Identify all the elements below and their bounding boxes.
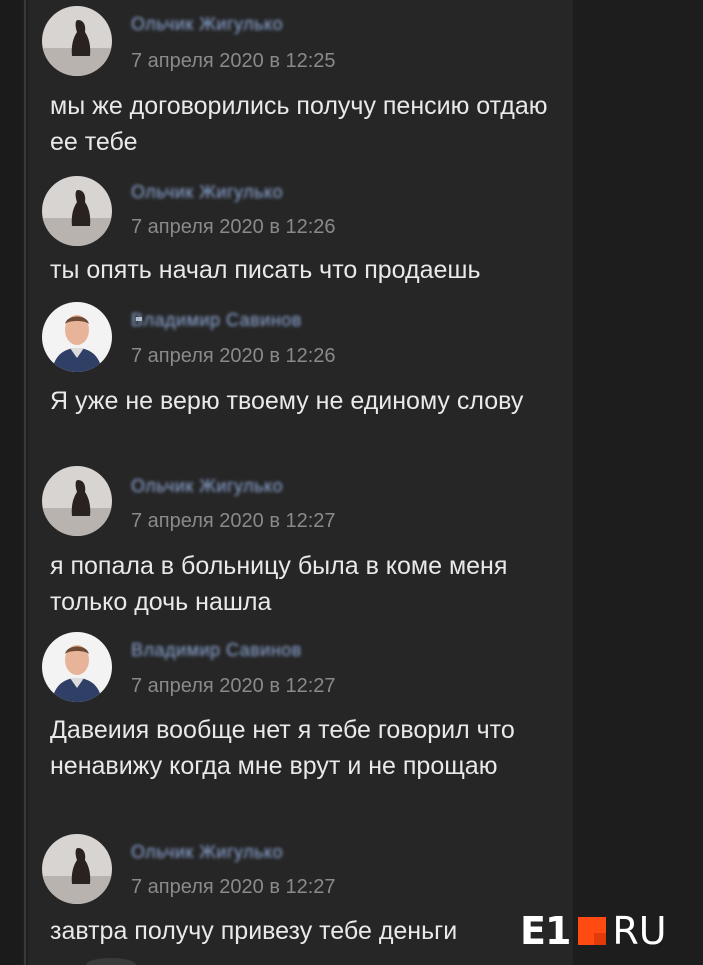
message-author[interactable]: Ольчик Жигулько [131, 14, 283, 35]
message-time[interactable]: 7 апреля 2020 в 12:27 [131, 876, 336, 899]
message-author[interactable]: Владимир Савинов [131, 640, 302, 661]
avatar-man-icon[interactable] [42, 632, 112, 702]
message-author[interactable]: Ольчик Жигулько [131, 476, 283, 497]
message-author[interactable]: Владимир Савинов [131, 310, 302, 331]
message-text: я попала в больницу была в коме меня тол… [50, 552, 508, 616]
message-time[interactable]: 7 апреля 2020 в 12:27 [131, 510, 336, 533]
avatar-woman-icon[interactable] [42, 466, 112, 536]
logo-ru-text: RU [612, 909, 667, 953]
message-time[interactable]: 7 апреля 2020 в 12:26 [131, 345, 336, 368]
logo-e1-text: E1 [520, 909, 571, 953]
message-text: завтра получу привезу тебе деньги [50, 917, 458, 945]
message-author[interactable]: Ольчик Жигулько [131, 842, 283, 863]
avatar-man-icon[interactable] [42, 302, 112, 372]
message-text: Давеиия вообще нет я тебе говорил что не… [50, 716, 515, 780]
avatar-woman-icon[interactable] [42, 834, 112, 904]
message-time[interactable]: 7 апреля 2020 в 12:25 [131, 50, 336, 73]
scroll-divider [24, 0, 26, 965]
right-pane [573, 0, 703, 965]
message-author[interactable]: Ольчик Жигулько [131, 182, 283, 203]
logo-square-icon [578, 917, 607, 945]
message-text: Я уже не верю твоему не единому слову [50, 387, 524, 415]
message-time[interactable]: 7 апреля 2020 в 12:27 [131, 675, 336, 698]
left-gutter [0, 0, 22, 965]
avatar-woman-icon[interactable] [42, 6, 112, 76]
message-text: мы же договорились получу пенсию отдаю е… [50, 92, 548, 156]
next-avatar-peek [86, 958, 136, 965]
avatar-woman-icon[interactable] [42, 176, 112, 246]
message-text: ты опять начал писать что продаешь [50, 256, 481, 284]
chat-screenshot: Ольчик Жигулько 7 апреля 2020 в 12:25 мы… [0, 0, 703, 965]
e1-logo: E1 RU [520, 909, 667, 953]
message-feed: Ольчик Жигулько 7 апреля 2020 в 12:25 мы… [28, 0, 573, 965]
message-time[interactable]: 7 апреля 2020 в 12:26 [131, 216, 336, 239]
